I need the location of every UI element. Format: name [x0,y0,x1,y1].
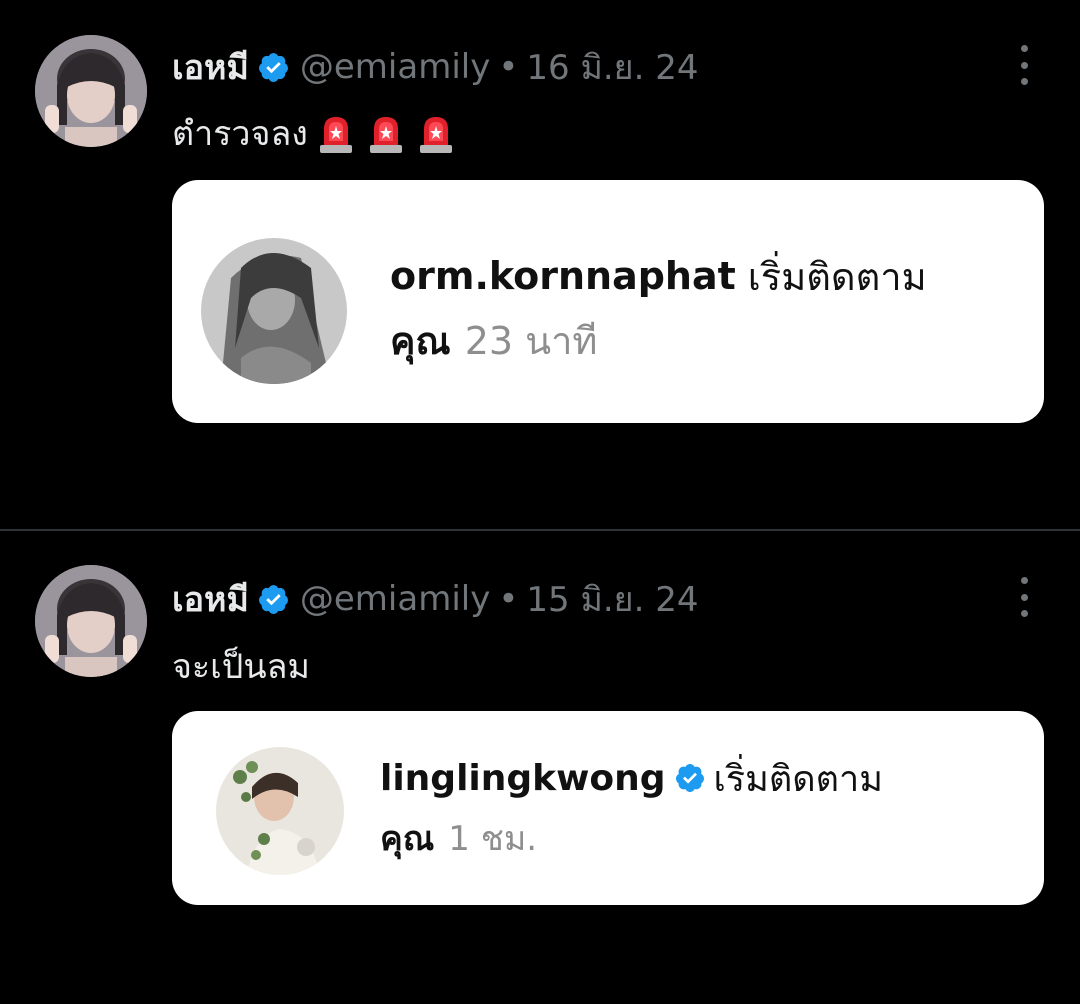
follow-action-text: เริ่มติดตาม [747,254,927,299]
attached-image-card[interactable]: orm.kornnaphat เริ่มติดตาม คุณ 23 นาที [172,180,1044,423]
tweet-text-body: จะเป็นลม [172,647,310,687]
police-siren-icon [319,117,352,153]
time-ago: 23 นาที [464,318,598,363]
verified-badge-icon [258,584,288,614]
author-avatar[interactable] [35,565,147,677]
more-options-icon[interactable] [1018,45,1030,85]
tweet-text: จะเป็นลม [172,641,310,691]
tweet[interactable]: เอหมี @emiamily • 15 มิ.ย. 24 จะเป็นลม l… [0,531,1080,1004]
police-siren-icon [369,117,402,153]
more-options-icon[interactable] [1018,577,1030,617]
attached-image-card[interactable]: linglingkwong เริ่มติดตาม คุณ 1 ชม. [172,711,1044,905]
tweet-text-body: ตำรวจลง [172,114,308,154]
author-handle[interactable]: @emiamily [300,47,490,87]
verified-badge-icon [675,764,704,792]
verified-badge-icon [258,52,288,82]
follow-notification-line: linglingkwong เริ่มติดตาม [380,753,883,803]
time-ago: 1 ชม. [448,819,538,859]
you-label: คุณ [380,819,435,859]
follow-action-text: เริ่มติดตาม [713,758,883,800]
author-handle[interactable]: @emiamily [300,579,490,619]
separator-dot: • [498,579,519,619]
follower-username: orm.kornnaphat [390,254,736,298]
tweet[interactable]: เอหมี @emiamily • 16 มิ.ย. 24 ตำรวจลง or… [0,0,1080,530]
author-avatar[interactable] [35,35,147,147]
tweet-header: เอหมี @emiamily • 15 มิ.ย. 24 [172,574,698,624]
follow-notification-meta: คุณ 1 ชม. [380,813,537,863]
you-label: คุณ [390,318,451,363]
follower-avatar [201,238,347,384]
tweet-text: ตำรวจลง [172,108,458,158]
follower-username: linglingkwong [380,757,666,799]
tweet-header: เอหมี @emiamily • 16 มิ.ย. 24 [172,42,698,92]
separator-dot: • [498,47,519,87]
author-name[interactable]: เอหมี [172,40,249,94]
follow-notification-line: orm.kornnaphat เริ่มติดตาม [390,248,927,304]
follower-avatar [216,747,344,875]
tweet-date[interactable]: 15 มิ.ย. 24 [526,572,698,626]
police-siren-icon [419,117,452,153]
author-name[interactable]: เอหมี [172,572,249,626]
tweet-date[interactable]: 16 มิ.ย. 24 [526,40,698,94]
follow-notification-meta: คุณ 23 นาที [390,312,597,368]
